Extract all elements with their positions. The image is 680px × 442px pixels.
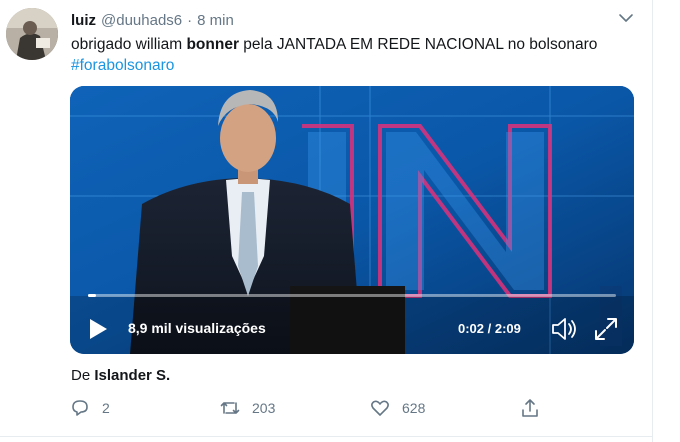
retweet-button[interactable]: 203 <box>220 397 275 419</box>
view-count: 8,9 mil visualizações <box>128 320 266 336</box>
progress-fill <box>88 294 97 297</box>
video-player[interactable]: 8,9 mil visualizações 0:02 / 2:09 <box>70 86 634 354</box>
share-icon <box>520 398 540 418</box>
progress-bar[interactable] <box>88 294 616 297</box>
tweet-text-bold: bonner <box>186 36 239 53</box>
tweet-time[interactable]: 8 min <box>197 12 234 29</box>
video-frame <box>70 86 634 354</box>
tweet-text-part2: pela JANTADA EM REDE NACIONAL no bolsona… <box>238 36 598 53</box>
volume-icon[interactable] <box>550 316 580 342</box>
retweet-count: 203 <box>252 400 276 416</box>
reply-count: 2 <box>102 400 110 416</box>
reply-icon <box>70 398 90 418</box>
like-icon <box>370 398 390 418</box>
tweet-divider <box>0 436 652 437</box>
hashtag-link[interactable]: #forabolsonaro <box>71 57 174 74</box>
reply-button[interactable]: 2 <box>70 397 110 419</box>
fullscreen-icon[interactable] <box>594 317 618 341</box>
like-count: 628 <box>402 400 426 416</box>
play-icon[interactable] <box>88 318 108 340</box>
video-source: De Islander S. <box>71 367 170 384</box>
share-button[interactable] <box>520 397 540 419</box>
user-avatar[interactable] <box>6 8 58 60</box>
like-button[interactable]: 628 <box>370 397 425 419</box>
chevron-down-icon[interactable] <box>617 11 635 25</box>
tweet-text: obrigado william bonner pela JANTADA EM … <box>71 34 611 76</box>
column-border <box>652 0 653 442</box>
source-prefix: De <box>71 367 91 384</box>
user-handle[interactable]: @duuhads6 <box>101 12 182 29</box>
source-name-link[interactable]: Islander S. <box>94 367 170 384</box>
tweet-header: luiz @duuhads6 · 8 min <box>71 11 234 29</box>
tweet-actions: 2 203 628 <box>70 397 550 419</box>
video-time: 0:02 / 2:09 <box>458 321 521 336</box>
separator-dot: · <box>187 11 193 29</box>
tweet-text-part1: obrigado william <box>71 36 187 53</box>
avatar-image <box>6 8 58 60</box>
display-name[interactable]: luiz <box>71 12 96 29</box>
retweet-icon <box>220 398 240 418</box>
tweet-card: luiz @duuhads6 · 8 min obrigado william … <box>0 0 652 442</box>
